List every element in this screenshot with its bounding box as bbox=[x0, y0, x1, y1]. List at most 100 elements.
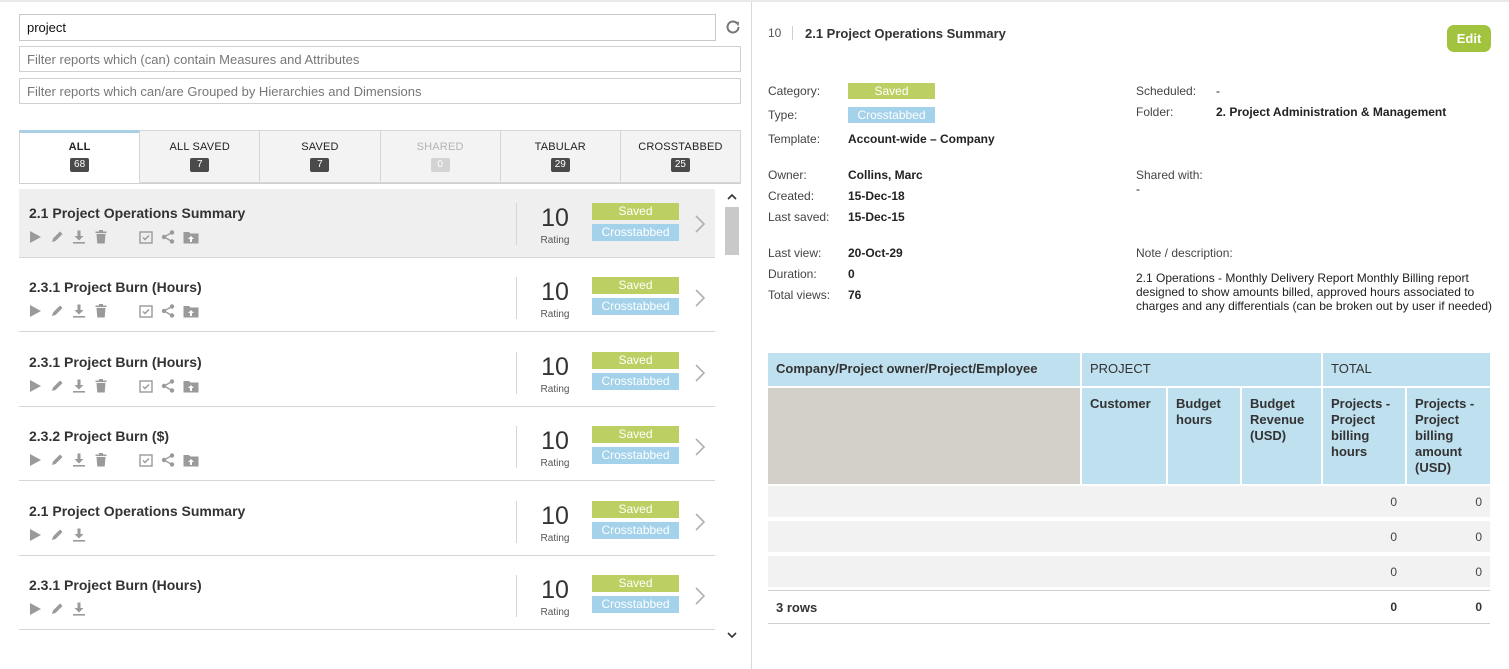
download-icon[interactable] bbox=[72, 528, 94, 544]
scroll-thumb[interactable] bbox=[725, 207, 739, 255]
play-icon[interactable] bbox=[28, 528, 50, 544]
tab-saved[interactable]: SAVED 7 bbox=[260, 130, 381, 183]
trash-icon[interactable] bbox=[94, 453, 116, 469]
share-icon[interactable] bbox=[161, 379, 183, 395]
table-row: 0 0 bbox=[768, 486, 1490, 519]
report-list-scrollbar[interactable] bbox=[724, 189, 740, 643]
edit-button[interactable]: Edit bbox=[1447, 25, 1491, 52]
report-title[interactable]: 2.1 Project Operations Summary bbox=[29, 503, 245, 519]
tab-shared[interactable]: SHARED 0 bbox=[380, 130, 501, 183]
edit-icon[interactable] bbox=[50, 379, 72, 395]
table-row: 0 0 bbox=[768, 521, 1490, 554]
schedule-icon[interactable] bbox=[139, 379, 161, 395]
move-folder-icon[interactable] bbox=[183, 453, 205, 469]
report-row[interactable]: 2.3.1 Project Burn (Hours) 10 Rating Saved C… bbox=[19, 263, 715, 332]
scroll-up-icon[interactable] bbox=[727, 191, 737, 201]
footer-total-amount: 0 bbox=[1475, 600, 1482, 614]
edit-icon[interactable] bbox=[50, 453, 72, 469]
rating-label: Rating bbox=[540, 607, 570, 618]
folder-value: 2. Project Administration & Management bbox=[1216, 105, 1447, 119]
report-title[interactable]: 2.3.1 Project Burn (Hours) bbox=[29, 577, 202, 593]
trash-icon[interactable] bbox=[94, 230, 116, 246]
download-icon[interactable] bbox=[72, 230, 94, 246]
search-input[interactable] bbox=[19, 14, 716, 41]
report-row[interactable]: 2.1 Project Operations Summary 10 Rating Sa… bbox=[19, 487, 715, 556]
edit-icon[interactable] bbox=[50, 528, 72, 544]
last-saved-label: Last saved: bbox=[768, 210, 830, 224]
report-row[interactable]: 2.3.1 Project Burn (Hours) 10 Rating Saved C… bbox=[19, 561, 715, 630]
type-badge: Crosstabbed bbox=[592, 224, 679, 241]
tab-all-saved[interactable]: ALL SAVED 7 bbox=[140, 130, 261, 183]
trash-icon[interactable] bbox=[94, 304, 116, 320]
tab-label: SAVED bbox=[301, 141, 339, 153]
download-icon[interactable] bbox=[72, 602, 94, 618]
edit-icon[interactable] bbox=[50, 230, 72, 246]
play-icon[interactable] bbox=[28, 602, 50, 618]
chevron-right-icon[interactable] bbox=[694, 438, 706, 456]
rating-value: 10 bbox=[541, 576, 569, 604]
schedule-icon[interactable] bbox=[139, 304, 161, 320]
report-title[interactable]: 2.1 Project Operations Summary bbox=[29, 205, 245, 221]
rating-separator bbox=[516, 501, 517, 543]
grouping-filter-input[interactable] bbox=[19, 78, 741, 104]
project-group-header: PROJECT bbox=[1082, 353, 1321, 386]
report-title[interactable]: 2.3.1 Project Burn (Hours) bbox=[29, 354, 202, 370]
report-title[interactable]: 2.3.2 Project Burn ($) bbox=[29, 428, 169, 444]
schedule-icon[interactable] bbox=[139, 453, 161, 469]
report-title[interactable]: 2.3.1 Project Burn (Hours) bbox=[29, 279, 202, 295]
move-folder-icon[interactable] bbox=[183, 304, 205, 320]
chevron-right-icon[interactable] bbox=[694, 513, 706, 531]
share-icon[interactable] bbox=[161, 230, 183, 246]
status-badge: Saved bbox=[592, 426, 679, 443]
play-icon[interactable] bbox=[28, 453, 50, 469]
play-icon[interactable] bbox=[28, 304, 50, 320]
share-icon[interactable] bbox=[161, 453, 183, 469]
shared-with-label: Shared with: bbox=[1136, 168, 1203, 182]
download-icon[interactable] bbox=[72, 453, 94, 469]
schedule-icon[interactable] bbox=[139, 230, 161, 246]
report-actions bbox=[28, 230, 205, 246]
table-cell: 0 bbox=[1390, 565, 1397, 579]
header-separator bbox=[792, 26, 793, 40]
report-row[interactable]: 2.3.2 Project Burn ($) 10 Rating Saved Cross… bbox=[19, 412, 715, 481]
table-footer: 3 rows 0 0 bbox=[768, 590, 1490, 624]
chevron-right-icon[interactable] bbox=[694, 587, 706, 605]
action-spacer bbox=[116, 230, 139, 246]
download-icon[interactable] bbox=[72, 304, 94, 320]
duration-label: Duration: bbox=[768, 267, 817, 281]
tab-tabular[interactable]: TABULAR 29 bbox=[500, 130, 621, 183]
trash-icon[interactable] bbox=[94, 379, 116, 395]
tab-label: SHARED bbox=[416, 141, 464, 153]
chevron-right-icon[interactable] bbox=[694, 364, 706, 382]
tab-label: ALL bbox=[68, 141, 91, 153]
measures-filter-input[interactable] bbox=[19, 46, 741, 72]
edit-icon[interactable] bbox=[50, 602, 72, 618]
type-badge: Crosstabbed bbox=[592, 596, 679, 613]
chevron-right-icon[interactable] bbox=[694, 215, 706, 233]
report-id: 10 bbox=[768, 26, 782, 40]
refresh-icon[interactable] bbox=[722, 16, 744, 38]
chevron-right-icon[interactable] bbox=[694, 289, 706, 307]
report-row[interactable]: 2.1 Project Operations Summary 10 Rating Sa… bbox=[19, 189, 715, 258]
rating-label: Rating bbox=[540, 235, 570, 246]
scheduled-value: - bbox=[1216, 84, 1220, 98]
pane-divider bbox=[751, 2, 752, 669]
report-row[interactable]: 2.3.1 Project Burn (Hours) 10 Rating Saved C… bbox=[19, 338, 715, 407]
scroll-down-icon[interactable] bbox=[727, 629, 737, 639]
play-icon[interactable] bbox=[28, 379, 50, 395]
created-label: Created: bbox=[768, 189, 815, 203]
tab-all[interactable]: ALL 68 bbox=[19, 130, 141, 183]
action-spacer bbox=[116, 304, 139, 320]
edit-icon[interactable] bbox=[50, 304, 72, 320]
tab-count-badge: 7 bbox=[190, 158, 210, 172]
download-icon[interactable] bbox=[72, 379, 94, 395]
note-value: 2.1 Operations - Monthly Delivery Report… bbox=[1136, 271, 1493, 313]
row-dimension-header: Company/Project owner/Project/Employee bbox=[768, 353, 1080, 386]
tab-crosstabbed[interactable]: CROSSTABBED 25 bbox=[620, 130, 742, 183]
rating-value: 10 bbox=[541, 427, 569, 455]
share-icon[interactable] bbox=[161, 304, 183, 320]
move-folder-icon[interactable] bbox=[183, 230, 205, 246]
table-cell: 0 bbox=[1475, 495, 1482, 509]
play-icon[interactable] bbox=[28, 230, 50, 246]
move-folder-icon[interactable] bbox=[183, 379, 205, 395]
